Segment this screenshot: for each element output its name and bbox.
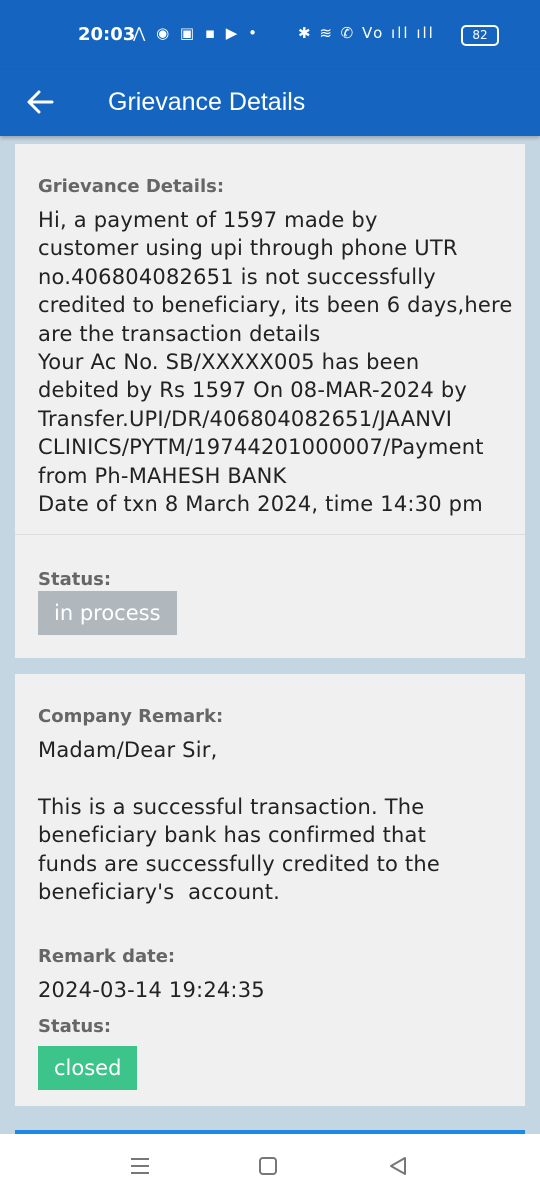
- page-title: Grievance Details: [108, 88, 306, 116]
- notification-icons: ⋀ ◉ ▣ ▪ ▶ •: [133, 24, 260, 42]
- system-icons: ✱ ≋ ✆ Vo ıll ıll: [298, 24, 435, 42]
- app-bar: Grievance Details: [0, 70, 540, 136]
- remark-card: Company Remark: Madam/Dear Sir, This is …: [15, 674, 525, 1106]
- grievance-text: Hi, a payment of 1597 made by customer u…: [38, 208, 513, 517]
- company-remark-label: Company Remark:: [38, 706, 224, 727]
- status-time: 20:03: [78, 24, 136, 45]
- status-badge: closed: [38, 1046, 138, 1090]
- square-icon: [259, 1157, 277, 1175]
- system-nav-bar: [0, 1134, 540, 1200]
- grievance-card: Grievance Details: Hi, a payment of 1597…: [15, 144, 525, 658]
- status-label: Status:: [38, 1016, 112, 1037]
- status-label: Status:: [38, 569, 112, 590]
- grievance-label: Grievance Details:: [38, 176, 225, 197]
- home-button[interactable]: [248, 1148, 288, 1188]
- remark-date-label: Remark date:: [38, 946, 176, 967]
- remark-date-value: 2024-03-14 19:24:35: [38, 978, 265, 1002]
- arrow-left-icon: [27, 90, 54, 114]
- back-nav-button[interactable]: [378, 1148, 418, 1188]
- back-button[interactable]: [26, 82, 66, 122]
- divider: [15, 534, 525, 535]
- menu-icon: [131, 1158, 149, 1174]
- status-badge: in process: [38, 591, 177, 635]
- content-scroll[interactable]: Grievance Details: Hi, a payment of 1597…: [0, 136, 540, 1130]
- battery-icon: 82: [461, 25, 499, 46]
- recents-button[interactable]: [120, 1148, 160, 1188]
- status-bar: 20:03 ⋀ ◉ ▣ ▪ ▶ • ✱ ≋ ✆ Vo ıll ıll 82: [0, 0, 540, 70]
- company-remark-text: Madam/Dear Sir, This is a successful tra…: [38, 738, 440, 905]
- triangle-back-icon: [390, 1157, 406, 1175]
